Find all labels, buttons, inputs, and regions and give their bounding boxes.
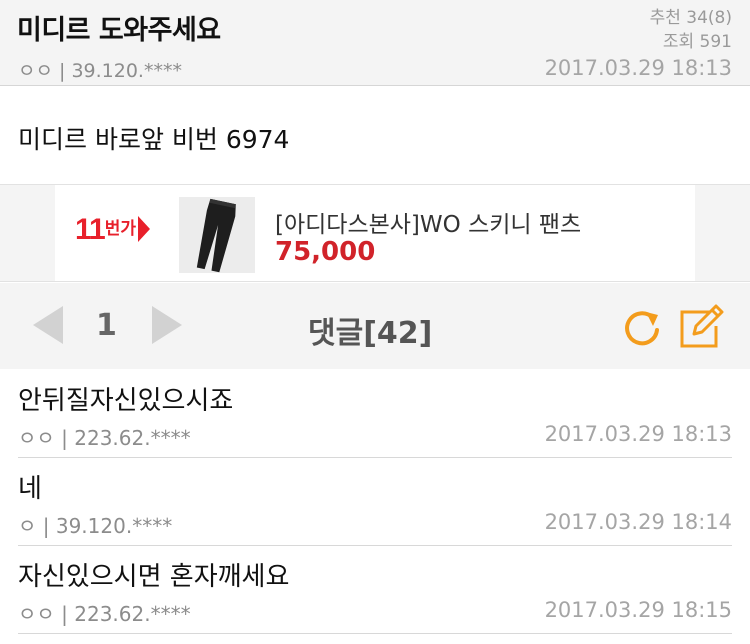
recommend-count: 추천 34(8) (649, 8, 732, 28)
triangle-left-icon[interactable] (33, 306, 63, 344)
post-body: 미디르 바로앞 비번 6974 (18, 125, 290, 154)
11st-logo: 11번가 (75, 213, 150, 253)
divider (18, 633, 732, 634)
comment-item: 자신있으시면 혼자깨세요 ㅇㅇ | 223.62.**** 2017.03.29… (0, 546, 750, 634)
comment-text: 안뒤질자신있으시죠 (18, 386, 234, 416)
page-number: 1 (96, 308, 117, 343)
comment-author: ㅇㅇ | 223.62.**** (18, 602, 191, 626)
view-count: 조회 591 (662, 32, 732, 52)
ad-price: 75,000 (275, 237, 376, 267)
edit-icon[interactable] (678, 304, 724, 350)
logo-word: 번가 (104, 219, 136, 239)
comment-text: 자신있으시면 혼자깨세요 (18, 562, 290, 592)
comment-date: 2017.03.29 18:15 (544, 598, 732, 622)
comment-author: ㅇ | 39.120.**** (18, 514, 173, 538)
post-stats: 추천 34(8) 조회 591 (650, 6, 732, 54)
comment-date: 2017.03.29 18:14 (544, 510, 732, 534)
comment-date: 2017.03.29 18:13 (544, 422, 732, 446)
comment-author: ㅇㅇ | 223.62.**** (18, 426, 191, 450)
post-title: 미디르 도와주세요 (17, 15, 221, 46)
triangle-right-icon[interactable] (152, 306, 182, 344)
post-header: 미디르 도와주세요 추천 34(8) 조회 591 ㅇㅇ | 39.120.**… (0, 0, 750, 86)
post-date: 2017.03.29 18:13 (544, 56, 732, 80)
ad-banner: 11번가 [아디다스본사]WO 스키니 팬츠 75,000 (0, 184, 750, 282)
logo-number: 11 (75, 213, 106, 246)
comment-item: 네 ㅇ | 39.120.**** 2017.03.29 18:14 (0, 458, 750, 546)
ad-product-name: [아디다스본사]WO 스키니 팬츠 (275, 212, 582, 238)
comment-item: 안뒤질자신있으시죠 ㅇㅇ | 223.62.**** 2017.03.29 18… (0, 370, 750, 458)
logo-arrow-icon (138, 216, 150, 242)
ad-link[interactable]: 11번가 [아디다스본사]WO 스키니 팬츠 75,000 (55, 185, 695, 281)
pants-image (179, 197, 255, 273)
comments-count-label: 댓글[42] (308, 316, 433, 351)
post-author: ㅇㅇ | 39.120.**** (18, 60, 182, 82)
comment-text: 네 (18, 474, 42, 504)
refresh-icon[interactable] (620, 306, 664, 350)
